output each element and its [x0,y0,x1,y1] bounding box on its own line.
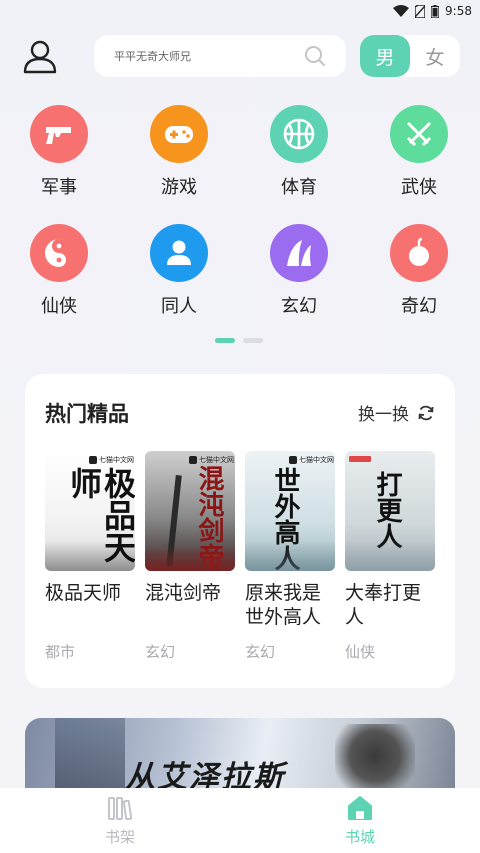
category-sports[interactable]: 体育 [259,105,339,199]
category-wuxia[interactable]: 武侠 [379,105,459,199]
book-category: 玄幻 [245,643,276,661]
mountain-icon [270,224,328,282]
book-item[interactable]: 七猫中文网 极品天师 极品天师 都市 [45,451,135,662]
promo-banner[interactable]: 从艾泽拉斯 [25,718,455,798]
status-bar: 9:58 [0,0,480,22]
book-cover: 七猫中文网 极品天师 [45,451,135,571]
section-title: 热门精品 [45,402,129,426]
bookshelf-icon [108,797,133,821]
page-indicator [215,338,263,343]
refresh-button[interactable]: 换一换 [358,400,435,425]
search-bar[interactable]: 平平无奇大师兄 [94,35,346,77]
book-item[interactable]: 七猫中文网 世外高人 原来我是世外高人 玄幻 [245,451,335,662]
gender-toggle: 男 女 [360,35,460,77]
book-title: 原来我是世外高人 [245,582,322,628]
category-military[interactable]: 军事 [19,105,99,199]
tab-label: 书城 [344,828,375,846]
yin-yang-icon [30,224,88,282]
tab-bookstore[interactable]: 书城 [240,788,480,853]
category-label: 武侠 [401,177,437,198]
bomb-icon [390,224,448,282]
book-title: 混沌剑帝 [145,582,222,604]
cover-title: 打更人 [372,471,402,549]
book-category: 玄幻 [145,643,176,661]
search-icon[interactable] [304,45,326,67]
book-list: 七猫中文网 极品天师 极品天师 都市 七猫中文网 混沌剑帝 混沌剑帝 玄幻 七猫… [45,451,435,662]
book-title: 大奉打更人 [345,582,422,628]
publisher-badge: 七猫中文网 [289,455,334,465]
category-fanfic[interactable]: 同人 [139,224,219,318]
category-xianxia[interactable]: 仙侠 [19,224,99,318]
refresh-label: 换一换 [358,405,409,425]
category-label: 奇幻 [401,296,437,317]
no-sim-icon [415,4,426,18]
book-cover: 打更人 [345,451,435,571]
book-title: 极品天师 [45,582,122,604]
category-label: 游戏 [161,177,197,198]
status-time: 9:58 [445,4,472,18]
category-magic[interactable]: 奇幻 [379,224,459,318]
category-fantasy[interactable]: 玄幻 [259,224,339,318]
tab-bookshelf[interactable]: 书架 [0,788,240,853]
book-cover: 七猫中文网 世外高人 [245,451,335,571]
bottom-tab-bar: 书架 书城 [0,788,480,853]
person-icon [150,224,208,282]
battery-icon [431,4,440,18]
gamepad-icon [150,105,208,163]
crossed-swords-icon [390,105,448,163]
gender-male-button[interactable]: 男 [360,35,410,77]
gun-icon [30,105,88,163]
category-label: 军事 [41,177,77,198]
category-label: 同人 [161,296,197,317]
basketball-icon [270,105,328,163]
page-dot [243,338,263,343]
gender-female-button[interactable]: 女 [410,35,460,77]
book-item[interactable]: 打更人 大奉打更人 仙侠 [345,451,435,662]
book-item[interactable]: 七猫中文网 混沌剑帝 混沌剑帝 玄幻 [145,451,235,662]
page-dot-active [215,338,235,343]
category-label: 体育 [281,177,317,198]
home-icon [348,796,372,820]
user-icon [23,40,57,74]
book-category: 都市 [45,643,76,661]
category-label: 玄幻 [281,296,317,317]
publisher-badge: 七猫中文网 [89,455,134,465]
tab-label: 书架 [104,828,135,846]
user-profile-button[interactable] [22,38,58,74]
header: 平平无奇大师兄 男 女 [0,34,480,78]
category-games[interactable]: 游戏 [139,105,219,199]
hot-picks-section: 热门精品 换一换 七猫中文网 极品天师 极品天师 都市 七猫中文网 混沌剑帝 混… [25,374,455,688]
book-cover: 七猫中文网 混沌剑帝 [145,451,235,571]
refresh-icon [418,405,434,420]
wifi-icon [393,5,410,17]
publisher-badge: 七猫中文网 [189,455,234,465]
book-category: 仙侠 [345,643,376,661]
category-label: 仙侠 [41,296,77,317]
